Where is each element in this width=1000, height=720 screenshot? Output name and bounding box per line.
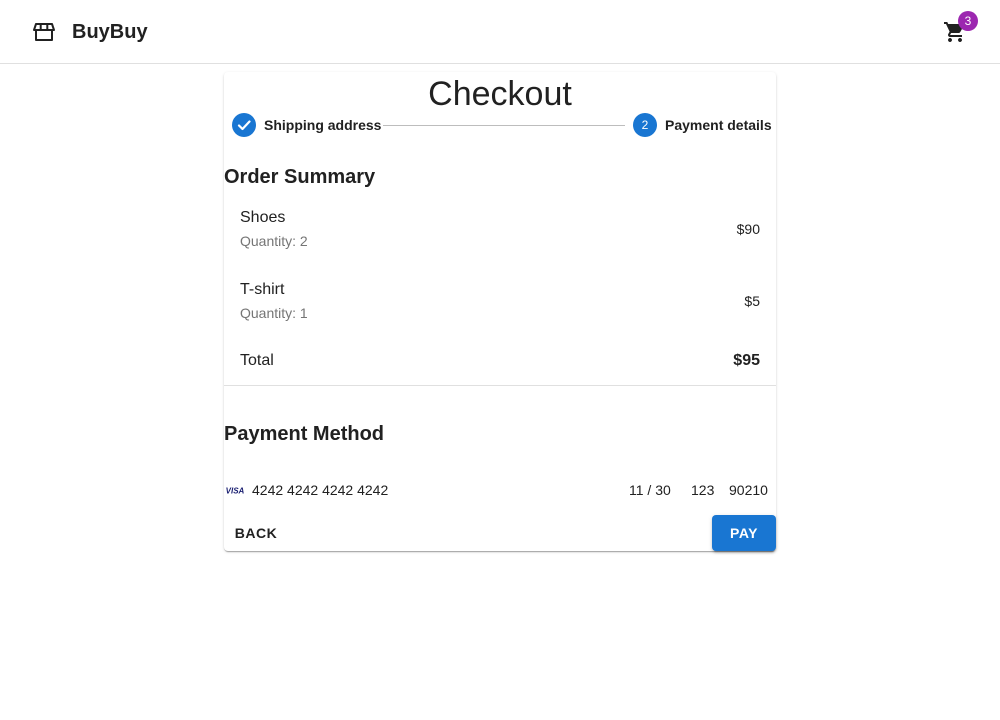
- total-value: $95: [733, 352, 760, 369]
- step-number-badge: 2: [633, 113, 657, 137]
- check-icon: [232, 113, 256, 137]
- checkout-card: Checkout Shipping address 2 Payment deta…: [224, 72, 776, 551]
- pay-button[interactable]: PAY: [712, 515, 776, 551]
- card-number-field[interactable]: 4242 4242 4242 4242: [252, 482, 388, 498]
- total-label: Total: [240, 352, 274, 369]
- divider: [224, 385, 776, 386]
- card-expiry-field[interactable]: 11 / 30: [629, 482, 671, 498]
- page-title: Checkout: [428, 75, 572, 113]
- brand-name[interactable]: BuyBuy: [72, 19, 148, 45]
- cart-count-badge: 3: [958, 11, 978, 31]
- back-button[interactable]: BACK: [229, 523, 283, 543]
- visa-icon: VISA: [224, 483, 246, 497]
- item-quantity: Quantity: 1: [240, 305, 308, 321]
- item-name: T-shirt: [240, 281, 285, 298]
- app-bar: BuyBuy 3: [0, 0, 1000, 64]
- payment-method-title: Payment Method: [224, 423, 385, 445]
- step-shipping-address: Shipping address: [264, 117, 382, 133]
- visa-icon-text: VISA: [226, 487, 245, 496]
- storefront-icon[interactable]: [32, 20, 56, 44]
- item-price: $5: [744, 293, 760, 309]
- step-connector: [383, 125, 625, 126]
- item-price: $90: [736, 221, 760, 237]
- card-cvc-field[interactable]: 123: [691, 482, 714, 498]
- item-name: Shoes: [240, 209, 286, 226]
- step-payment-details: Payment details: [665, 117, 772, 133]
- card-zip-field[interactable]: 90210: [729, 482, 768, 498]
- item-quantity: Quantity: 2: [240, 233, 308, 249]
- order-summary-title: Order Summary: [224, 166, 376, 188]
